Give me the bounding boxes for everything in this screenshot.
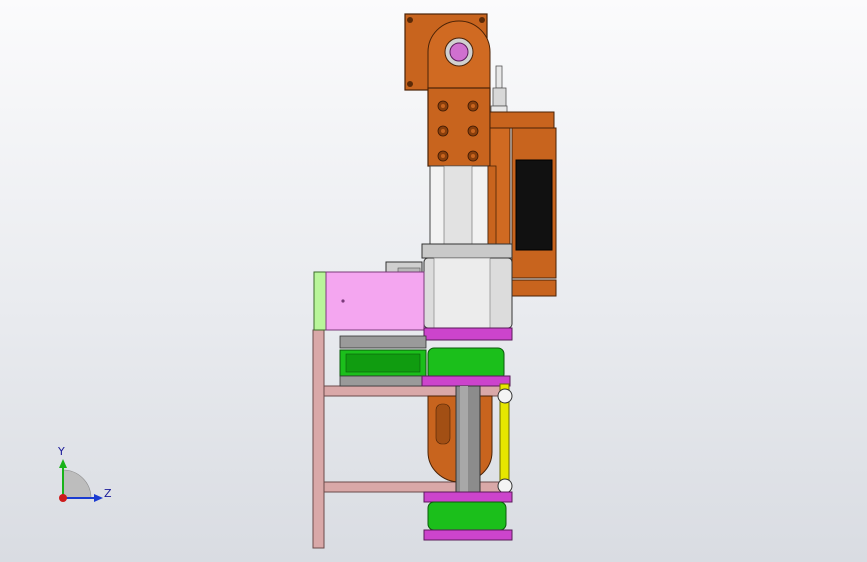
orientation-triad[interactable]: Y Z xyxy=(57,445,112,502)
pneumatic-cylinder xyxy=(429,165,497,245)
motor-flange xyxy=(423,327,513,341)
vertical-arm xyxy=(427,87,491,167)
sensor-connector xyxy=(490,65,508,117)
lower-wheel xyxy=(423,491,513,541)
triad-y-label: Y xyxy=(57,445,65,458)
top-mounting-plate xyxy=(404,13,491,91)
upper-wheel xyxy=(421,347,511,387)
triad-z-label: Z xyxy=(104,487,112,500)
shaft xyxy=(455,385,481,495)
tension-link xyxy=(497,383,513,494)
gearbox xyxy=(313,271,425,331)
assembly-model[interactable]: Y Z xyxy=(0,0,867,562)
belt-plates xyxy=(339,335,427,387)
cad-viewport[interactable]: Y Z xyxy=(0,0,867,562)
